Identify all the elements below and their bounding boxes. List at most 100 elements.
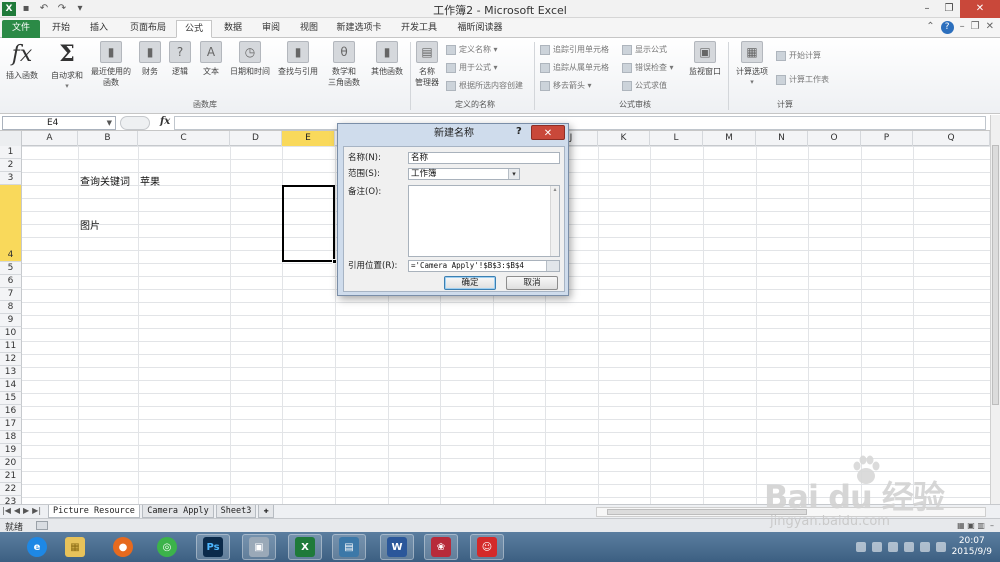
taskbar-photoshop-icon[interactable]: Ps <box>196 534 230 560</box>
row-header[interactable]: 19 <box>0 444 22 457</box>
column-header[interactable]: K <box>598 131 650 146</box>
evaluate-formula-button[interactable]: 公式求值 <box>622 78 667 94</box>
formula-input[interactable] <box>174 116 986 130</box>
tab-data[interactable]: 数据 <box>216 20 250 38</box>
tray-icon[interactable] <box>903 542 914 552</box>
row-header[interactable]: 7 <box>0 288 22 301</box>
row-header[interactable]: 12 <box>0 353 22 366</box>
tab-developer[interactable]: 开发工具 <box>394 20 444 38</box>
lookup-button[interactable]: ▮ 查找与引用 <box>274 41 322 77</box>
row-header[interactable]: 13 <box>0 366 22 379</box>
sheet-tab-picture-resource[interactable]: Picture Resource <box>48 505 140 518</box>
watch-window-button[interactable]: ▣ 监视窗口 <box>686 41 724 77</box>
close-window-button[interactable]: ✕ <box>960 0 1000 18</box>
row-header[interactable]: 8 <box>0 301 22 314</box>
calculation-options-button[interactable]: ▦ 计算选项 ▾ <box>732 41 772 88</box>
calculate-sheet-button[interactable]: 计算工作表 <box>776 72 829 88</box>
minimize-ribbon-icon[interactable]: ⌃ <box>926 21 934 34</box>
insert-function-button[interactable]: fx 插入函数 <box>3 41 41 81</box>
help-icon[interactable]: ? <box>940 21 954 34</box>
refers-to-field[interactable]: ='Camera Apply'!$B$3:$B$4 <box>408 260 560 272</box>
insert-sheet-icon[interactable]: ✚ <box>258 505 274 518</box>
tab-foxit-reader[interactable]: 福昕阅读器 <box>450 20 510 38</box>
collapse-dialog-icon[interactable] <box>546 261 559 271</box>
datetime-button[interactable]: ◷ 日期和时间 <box>227 41 273 77</box>
comment-scrollbar[interactable]: ▴ <box>550 186 559 256</box>
chevron-down-icon[interactable]: ▼ <box>107 117 112 129</box>
tab-formulas[interactable]: 公式 <box>176 20 212 38</box>
tab-home[interactable]: 开始 <box>44 20 78 38</box>
error-checking-button[interactable]: 错误检查 ▾ <box>622 60 674 76</box>
column-header[interactable]: L <box>650 131 703 146</box>
row-header[interactable]: 14 <box>0 379 22 392</box>
name-manager-button[interactable]: ▤ 名称 管理器 <box>412 41 442 88</box>
taskbar-360-icon[interactable]: ◎ <box>150 534 184 560</box>
row-header[interactable]: 6 <box>0 275 22 288</box>
restore-button[interactable]: ❐ <box>938 0 960 18</box>
scope-select[interactable]: 工作簿 ▾ <box>408 168 520 180</box>
taskbar-game-icon[interactable]: ☺ <box>470 534 504 560</box>
define-name-button[interactable]: 定义名称 ▾ <box>446 42 498 58</box>
column-header-selected[interactable]: E <box>282 131 335 146</box>
minimize-button[interactable]: – <box>916 0 938 18</box>
row-header[interactable]: 10 <box>0 327 22 340</box>
select-all-corner[interactable] <box>0 131 22 146</box>
row-header[interactable]: 21 <box>0 470 22 483</box>
vertical-scroll-thumb[interactable] <box>992 145 999 405</box>
row-header[interactable]: 15 <box>0 392 22 405</box>
remove-arrows-button[interactable]: 移去箭头 ▾ <box>540 78 592 94</box>
last-sheet-icon[interactable]: ▶| <box>32 506 41 515</box>
formula-bar-splitter[interactable] <box>120 116 150 130</box>
first-sheet-icon[interactable]: |◀ <box>2 506 11 515</box>
network-icon[interactable] <box>935 542 946 552</box>
taskbar-ie-icon[interactable]: e <box>20 534 54 560</box>
taskbar-excel-icon[interactable]: X <box>288 534 322 560</box>
vertical-scrollbar[interactable] <box>990 115 1000 504</box>
row-header[interactable]: 18 <box>0 431 22 444</box>
workbook-minimize-icon[interactable]: – <box>960 21 965 34</box>
taskbar-photo-icon[interactable]: ❀ <box>424 534 458 560</box>
create-from-selection-button[interactable]: 根据所选内容创建 <box>446 78 523 94</box>
tray-icon[interactable] <box>855 542 866 552</box>
insert-function-icon[interactable]: fx <box>160 116 170 127</box>
row-header[interactable]: 23 <box>0 496 22 504</box>
column-header[interactable]: M <box>703 131 756 146</box>
row-header-selected[interactable]: 4 <box>0 185 22 262</box>
sheet-tab-camera-apply[interactable]: Camera Apply <box>142 505 214 518</box>
tab-view[interactable]: 视图 <box>292 20 326 38</box>
column-header[interactable]: A <box>22 131 78 146</box>
text-function-button[interactable]: A 文本 <box>197 41 225 77</box>
name-box[interactable]: E4 ▼ <box>2 116 116 130</box>
name-field[interactable]: 名称 <box>408 152 560 164</box>
tab-page-layout[interactable]: 页面布局 <box>122 20 174 38</box>
column-header[interactable]: O <box>808 131 861 146</box>
logical-button[interactable]: ? 逻辑 <box>166 41 194 77</box>
taskbar-explorer-icon[interactable]: ▦ <box>58 534 92 560</box>
clock[interactable]: 20:07 2015/9/9 <box>952 536 992 558</box>
column-header[interactable]: N <box>756 131 808 146</box>
show-formulas-button[interactable]: 显示公式 <box>622 42 667 58</box>
taskbar-pictures-icon[interactable]: ▤ <box>332 534 366 560</box>
taskbar-viewer-icon[interactable]: ▣ <box>242 534 276 560</box>
workbook-restore-icon[interactable]: ❐ <box>971 21 980 34</box>
taskbar-firefox-icon[interactable]: ● <box>106 534 140 560</box>
math-trig-button[interactable]: θ 数学和 三角函数 <box>322 41 366 88</box>
row-header[interactable]: 5 <box>0 262 22 275</box>
tray-icon[interactable] <box>871 542 882 552</box>
trace-dependents-button[interactable]: 追踪从属单元格 <box>540 60 609 76</box>
cell-c3[interactable]: 苹果 <box>140 173 160 188</box>
column-header[interactable]: Q <box>913 131 990 146</box>
column-header[interactable]: B <box>78 131 138 146</box>
taskbar-word-icon[interactable]: W <box>380 534 414 560</box>
volume-icon[interactable] <box>919 542 930 552</box>
tab-review[interactable]: 审阅 <box>254 20 288 38</box>
row-header[interactable]: 11 <box>0 340 22 353</box>
financial-button[interactable]: ▮ 财务 <box>136 41 164 77</box>
dialog-close-button[interactable]: ✕ <box>531 125 565 140</box>
row-header[interactable]: 20 <box>0 457 22 470</box>
trace-precedents-button[interactable]: 追踪引用单元格 <box>540 42 609 58</box>
row-header[interactable]: 17 <box>0 418 22 431</box>
row-header[interactable]: 3 <box>0 172 22 185</box>
calculate-now-button[interactable]: 开始计算 <box>776 48 821 64</box>
tab-file[interactable]: 文件 <box>2 20 40 38</box>
